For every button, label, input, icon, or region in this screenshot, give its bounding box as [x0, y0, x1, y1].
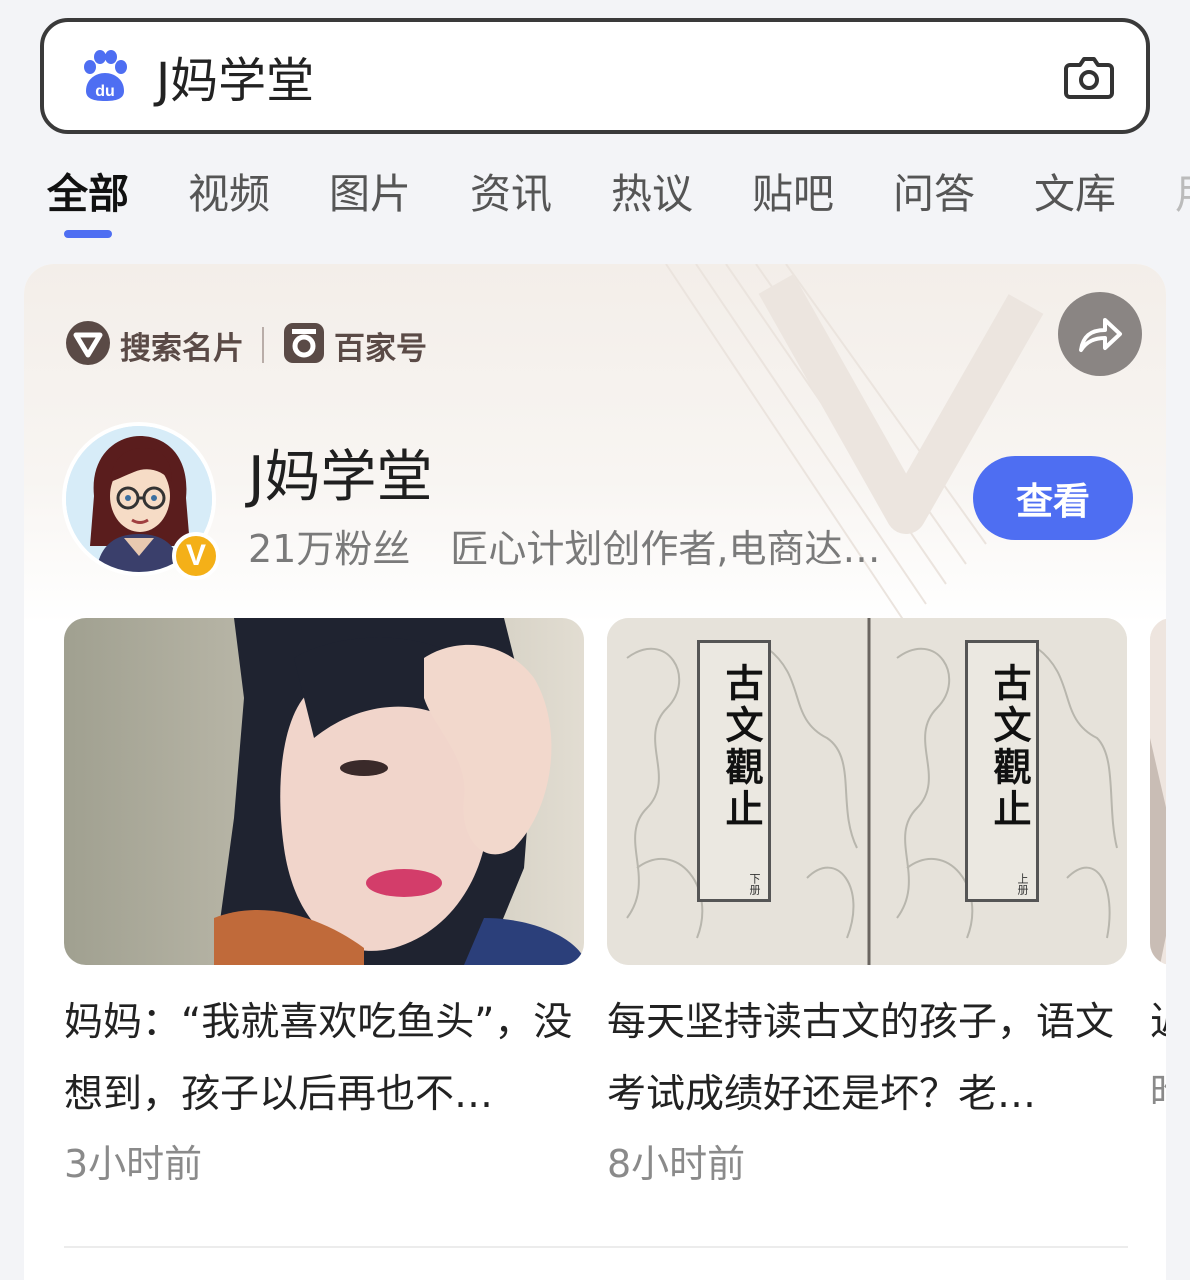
brand-row: 搜索名片 百家号 [64, 320, 427, 370]
post-card[interactable]: 妈妈：“我就喜欢吃鱼头”，没想到，孩子以后再也不… 3小时前 [64, 618, 584, 1197]
tab-more-partial[interactable]: 用 [1175, 160, 1190, 220]
brand-divider [262, 327, 264, 363]
brand-search-card-label: 搜索名片 [120, 330, 244, 367]
search-profile-card: 搜索名片 百家号 V J妈学堂 21万粉丝 匠心计划创作者,电商达… 查看 妈妈… [24, 264, 1166, 1280]
tab-qa[interactable]: 问答 [893, 160, 975, 220]
profile-description: 匠心计划创作者,电商达… [450, 527, 881, 571]
post-carousel: 妈妈：“我就喜欢吃鱼头”，没想到，孩子以后再也不… 3小时前 古文觀止 下册 古… [64, 618, 1166, 1258]
tab-tieba[interactable]: 贴吧 [752, 160, 834, 220]
profile-meta: 21万粉丝 匠心计划创作者,电商达… [248, 518, 948, 573]
book-volume-right: 上册 [1016, 873, 1029, 895]
book-label-left: 古文觀止 下册 [697, 640, 771, 902]
book-title-right: 古文觀止 [987, 663, 1032, 831]
search-tabs: 全部 视频 图片 资讯 热议 贴吧 问答 文库 用 [0, 150, 1190, 230]
tab-news[interactable]: 资讯 [470, 160, 552, 220]
post-time: 昨 [1150, 1059, 1166, 1125]
post-time: 8小时前 [607, 1142, 746, 1186]
baidu-paw-logo-icon[interactable]: du [78, 49, 132, 103]
active-tab-indicator [64, 230, 112, 238]
camera-icon[interactable] [1062, 49, 1116, 103]
post-title[interactable]: 近… [1150, 987, 1166, 1059]
svg-text:du: du [95, 83, 115, 100]
tab-video[interactable]: 视频 [188, 160, 270, 220]
baijiahao-logo-icon [282, 321, 326, 369]
tab-discussion[interactable]: 热议 [611, 160, 693, 220]
share-arrow-icon [1079, 318, 1122, 352]
post-thumbnail[interactable] [64, 618, 584, 965]
book-label-right: 古文觀止 上册 [965, 640, 1039, 902]
search-bar[interactable]: du J妈学堂 [40, 18, 1150, 134]
search-card-logo-icon [64, 319, 112, 371]
section-divider [64, 1246, 1128, 1248]
share-button[interactable] [1058, 292, 1142, 376]
post-title[interactable]: 妈妈：“我就喜欢吃鱼头”，没想到，孩子以后再也不… [64, 987, 584, 1131]
book-title-left: 古文觀止 [719, 663, 764, 831]
post-thumbnail[interactable] [1150, 618, 1166, 965]
search-input[interactable]: J妈学堂 [156, 41, 1062, 111]
view-button[interactable]: 查看 [973, 456, 1133, 540]
follower-count: 21万粉丝 [248, 527, 411, 571]
tab-wenku[interactable]: 文库 [1034, 160, 1116, 220]
post-card[interactable]: 近… 昨 [1150, 618, 1166, 1125]
book-volume-left: 下册 [748, 873, 761, 895]
post-title[interactable]: 每天坚持读古文的孩子，语文考试成绩好还是坏？老… [607, 987, 1127, 1131]
profile-name[interactable]: J妈学堂 [248, 432, 433, 513]
post-thumbnail[interactable]: 古文觀止 下册 古文觀止 上册 [607, 618, 1127, 965]
brand-baijiahao-label: 百家号 [334, 330, 427, 367]
post-time: 3小时前 [64, 1142, 203, 1186]
tab-images[interactable]: 图片 [329, 160, 411, 220]
tab-all[interactable]: 全部 [47, 160, 129, 220]
verified-badge: V [172, 532, 220, 580]
post-card[interactable]: 古文觀止 下册 古文觀止 上册 每天坚持读古文的孩子，语文考试成绩好还是坏？老…… [607, 618, 1127, 1197]
